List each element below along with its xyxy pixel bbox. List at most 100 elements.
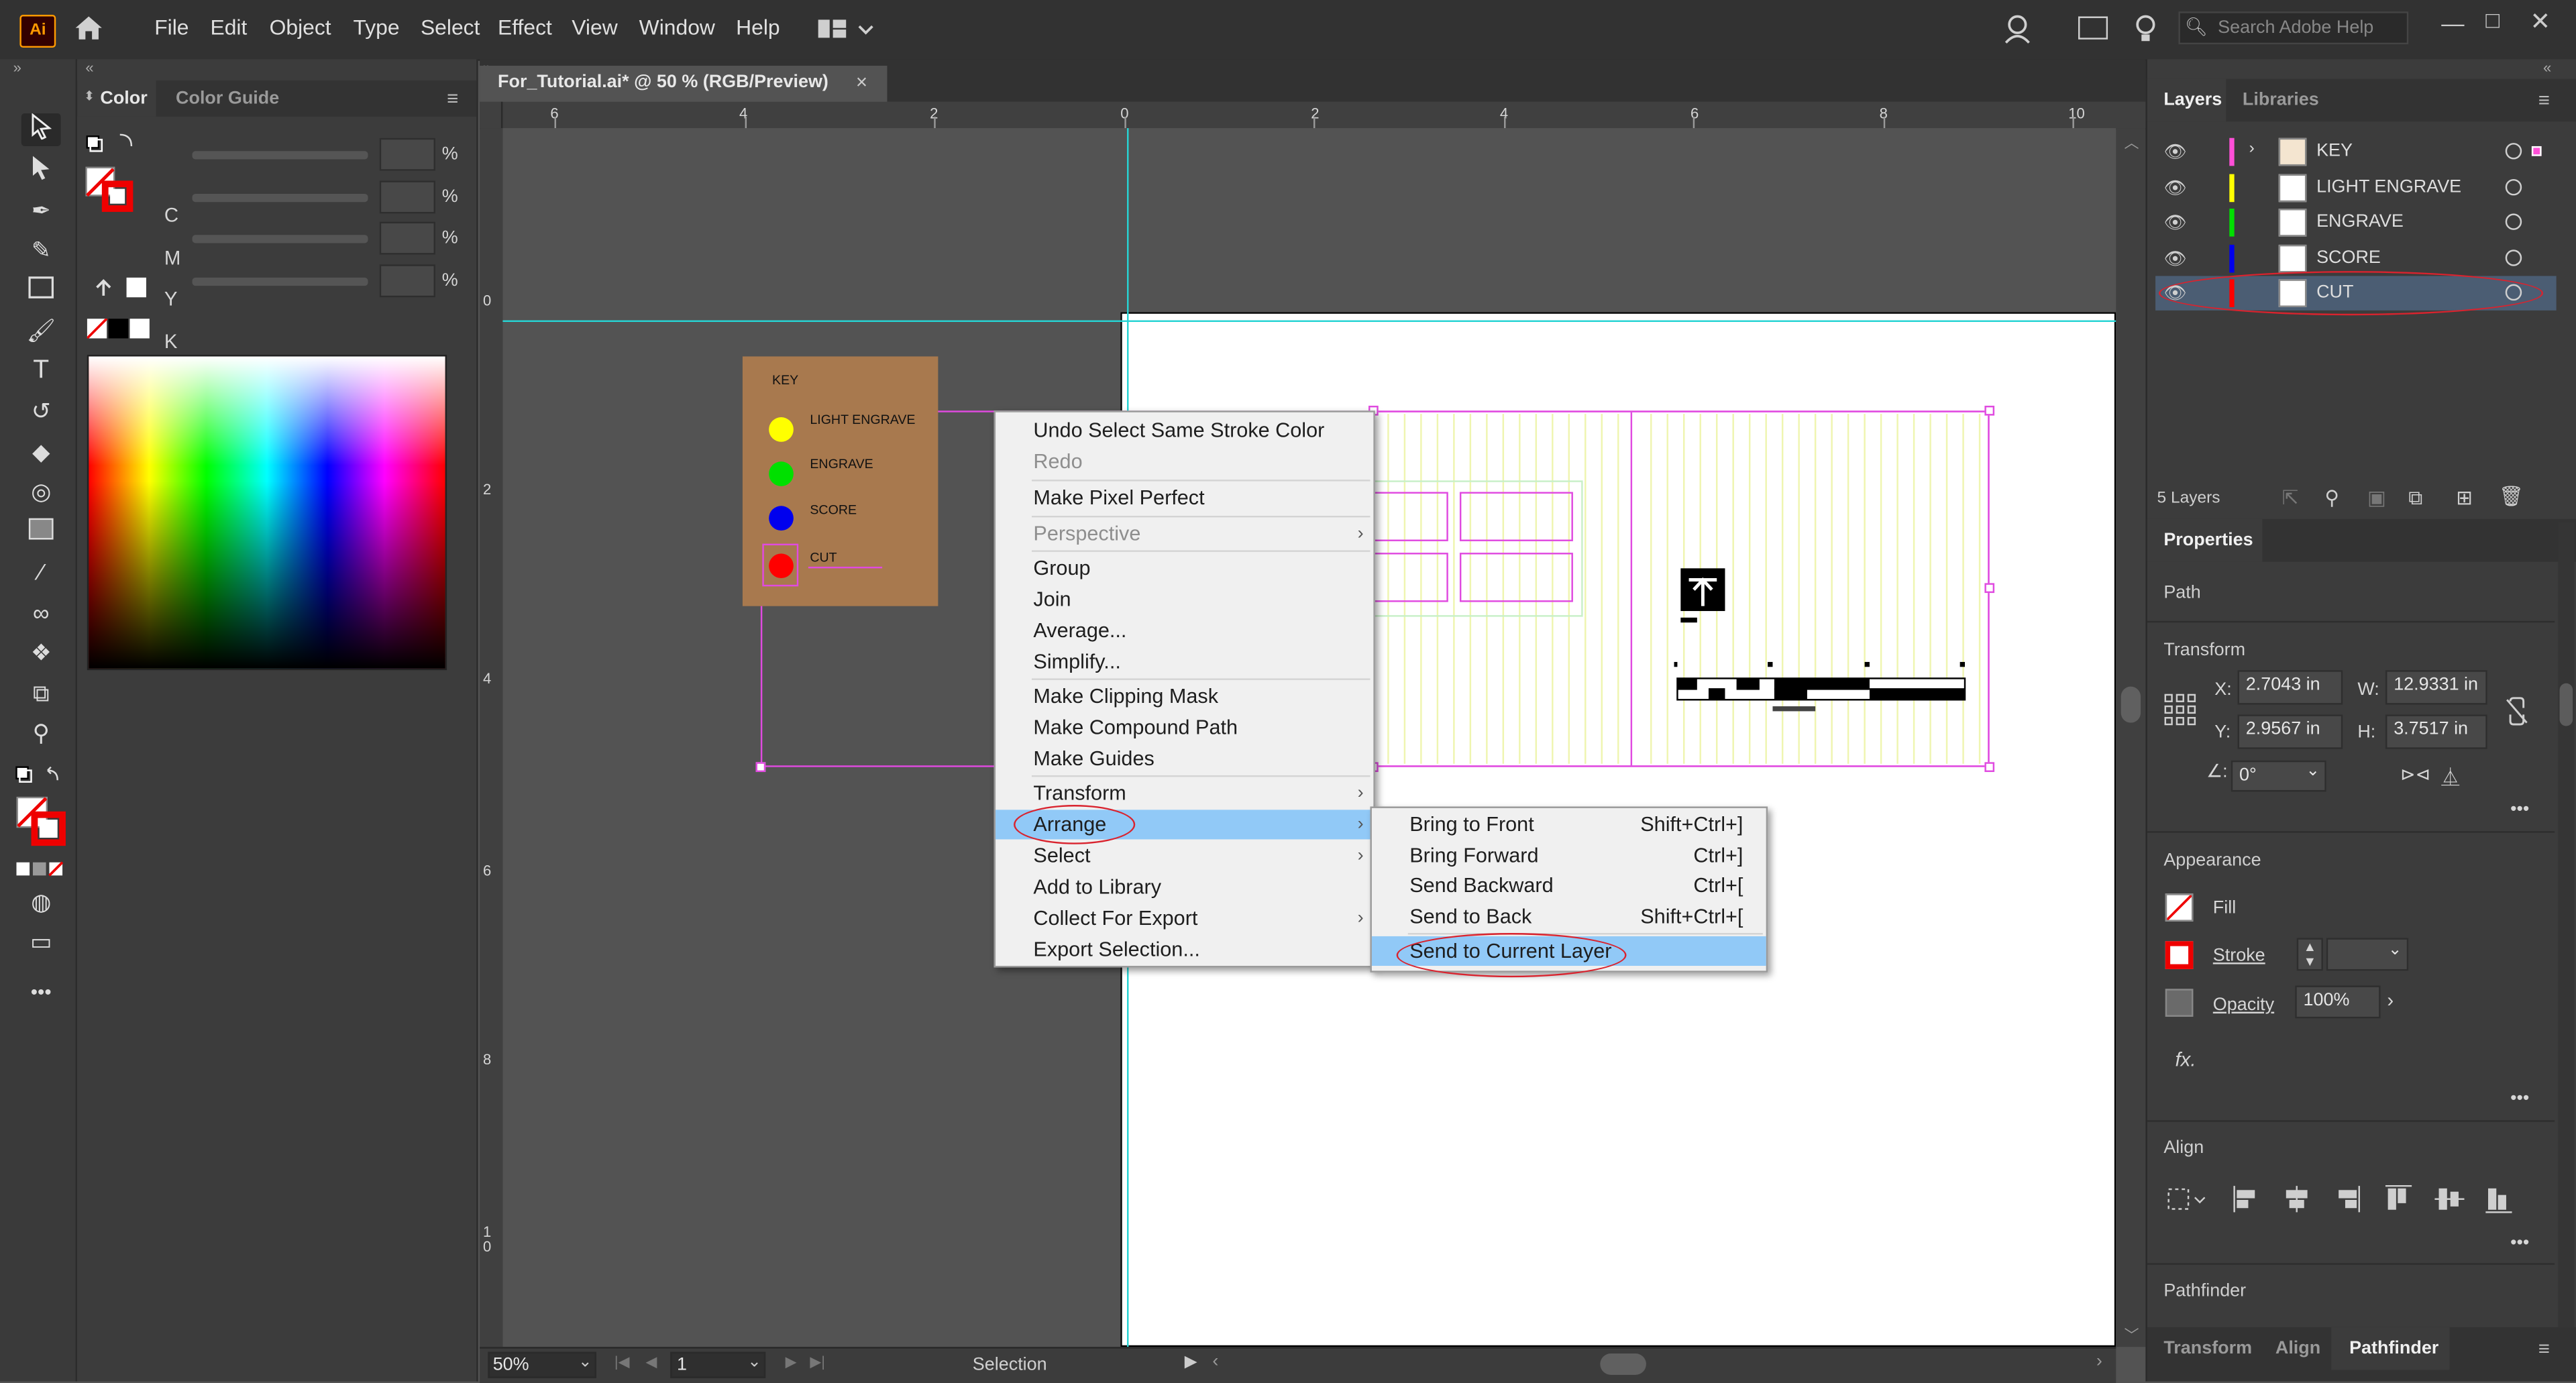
selection-handle[interactable]: [1984, 405, 1995, 416]
tab-properties[interactable]: Properties: [2147, 518, 2263, 562]
menu-view[interactable]: View: [572, 15, 617, 40]
previous-artboard-icon[interactable]: ◀: [645, 1353, 657, 1372]
menu-item-make-clipping-mask[interactable]: Make Clipping Mask: [996, 681, 1373, 711]
none-black-white-swatches[interactable]: [86, 317, 153, 339]
y-field[interactable]: 2.9567 in: [2237, 714, 2343, 749]
opacity-label[interactable]: Opacity: [2213, 995, 2274, 1015]
chevron-right-icon[interactable]: ›: [2249, 140, 2255, 158]
more-options-icon[interactable]: •••: [2510, 1233, 2529, 1253]
tab-transform[interactable]: Transform: [2163, 1339, 2252, 1358]
selection-handle[interactable]: [1984, 583, 1995, 594]
color-mode-icons[interactable]: [16, 856, 65, 877]
menu-window[interactable]: Window: [639, 15, 715, 40]
vertical-scrollbar[interactable]: ︿ ﹀: [2116, 128, 2146, 1347]
status-menu-icon[interactable]: ▶: [1185, 1353, 1197, 1372]
new-layer-icon[interactable]: ⊞: [2456, 486, 2473, 509]
stroke-label[interactable]: Stroke: [2213, 946, 2265, 966]
m-slider[interactable]: [192, 193, 368, 203]
color-spectrum[interactable]: [87, 354, 447, 671]
eye-icon[interactable]: 👁︎: [2163, 142, 2186, 162]
menu-item-group[interactable]: Group: [996, 553, 1373, 583]
curvature-tool-icon[interactable]: ✎: [21, 233, 61, 266]
chevron-right-icon[interactable]: ›: [2387, 989, 2394, 1011]
tab-pathfinder[interactable]: Pathfinder: [2331, 1327, 2450, 1370]
selection-handle[interactable]: [755, 762, 766, 773]
scrollbar-thumb[interactable]: [2559, 683, 2573, 726]
screen-mode-icon[interactable]: ▭: [21, 925, 61, 958]
menu-item-join[interactable]: Join: [996, 585, 1373, 614]
scroll-right-icon[interactable]: ›: [2096, 1352, 2102, 1372]
direct-selection-tool-icon[interactable]: [21, 154, 61, 187]
menu-item-send-backward[interactable]: Send Backward Ctrl+[: [1372, 871, 1766, 900]
artboard-select[interactable]: 1 ⌄: [670, 1351, 766, 1378]
tab-color-guide[interactable]: Color Guide: [176, 89, 279, 108]
menu-effect[interactable]: Effect: [498, 15, 552, 40]
fx-icon[interactable]: fx.: [2175, 1048, 2196, 1070]
reference-point-icon[interactable]: [2163, 693, 2196, 726]
constrain-proportions-icon[interactable]: [2504, 696, 2530, 726]
layer-target-icon[interactable]: [2505, 143, 2522, 160]
panel-icon[interactable]: [2078, 16, 2108, 40]
layer-row-engrave[interactable]: 👁︎ ENGRAVE: [2155, 205, 2557, 239]
angle-field[interactable]: 0° ⌄: [2231, 760, 2326, 792]
menu-item-add-to-library[interactable]: Add to Library: [996, 872, 1373, 901]
scrollbar-thumb[interactable]: [2121, 686, 2141, 723]
first-artboard-icon[interactable]: |◀: [614, 1353, 630, 1372]
minimize-button[interactable]: —: [2441, 10, 2464, 36]
layer-target-icon[interactable]: [2505, 213, 2522, 230]
menu-item-collect-for-export[interactable]: Collect For Export ›: [996, 903, 1373, 933]
artboard-tool-icon[interactable]: ⧉: [21, 677, 61, 710]
paintbrush-tool-icon[interactable]: 🖌︎: [21, 314, 61, 347]
trash-icon[interactable]: 🗑︎: [2499, 484, 2524, 507]
scroll-up-icon[interactable]: ︿: [2125, 131, 2139, 153]
symbol-sprayer-tool-icon[interactable]: ❖: [21, 636, 61, 669]
close-window-button[interactable]: ✕: [2530, 7, 2551, 36]
menu-item-make-compound-path[interactable]: Make Compound Path: [996, 713, 1373, 742]
stroke-weight-stepper[interactable]: ▲ ▼: [2296, 938, 2323, 971]
flip-horizontal-icon[interactable]: ⊳⊲: [2400, 764, 2430, 785]
y-field[interactable]: [379, 221, 435, 255]
c-field[interactable]: [379, 137, 435, 171]
layer-row-key[interactable]: 👁︎ › KEY: [2155, 135, 2557, 169]
k-field[interactable]: [379, 264, 435, 298]
document-tab[interactable]: For_Tutorial.ai* @ 50 % (RGB/Preview) ×: [480, 65, 888, 102]
locate-object-icon[interactable]: ⚲: [2324, 486, 2339, 509]
menu-item-select[interactable]: Select ›: [996, 841, 1373, 871]
search-input[interactable]: 🔍︎ Search Adobe Help: [2178, 11, 2409, 45]
tab-layers[interactable]: Layers: [2147, 78, 2226, 122]
layer-row-light-engrave[interactable]: 👁︎ LIGHT ENGRAVE: [2155, 171, 2557, 205]
properties-scrollbar[interactable]: [2558, 522, 2575, 1327]
menu-item-make-guides[interactable]: Make Guides: [996, 744, 1373, 773]
shape-builder-tool-icon[interactable]: ◎: [21, 475, 61, 508]
draw-mode-icon[interactable]: ◍: [21, 885, 61, 918]
pen-tool-icon[interactable]: ✒: [21, 194, 61, 227]
eraser-tool-icon[interactable]: ◆: [21, 435, 61, 468]
eye-icon[interactable]: 👁︎: [2163, 248, 2186, 269]
menu-item-make-pixel-perfect[interactable]: Make Pixel Perfect: [996, 483, 1373, 512]
collapse-icon[interactable]: »: [13, 59, 21, 75]
tab-libraries[interactable]: Libraries: [2243, 91, 2319, 110]
menu-object[interactable]: Object: [270, 15, 331, 40]
gradient-tool-icon[interactable]: [21, 516, 61, 549]
zoom-tool-icon[interactable]: ⚲: [21, 716, 61, 749]
home-icon[interactable]: [72, 11, 105, 44]
menu-item-simplify[interactable]: Simplify...: [996, 647, 1373, 677]
zoom-select[interactable]: 50% ⌄: [488, 1351, 596, 1378]
stroke-swatch[interactable]: [2165, 941, 2194, 969]
selection-tool-icon[interactable]: [21, 113, 61, 146]
close-tab-icon[interactable]: ×: [856, 70, 867, 93]
ruler-origin[interactable]: [480, 101, 503, 129]
swap-fill-stroke-icon[interactable]: [15, 765, 61, 788]
layer-target-icon[interactable]: [2505, 250, 2522, 266]
x-field[interactable]: 2.7043 in: [2237, 670, 2343, 705]
panel-menu-icon[interactable]: ≡: [447, 87, 458, 110]
more-tools-icon[interactable]: •••: [21, 976, 61, 1009]
menu-help[interactable]: Help: [736, 15, 780, 40]
panel-menu-icon[interactable]: ≡: [2538, 1337, 2550, 1360]
y-slider[interactable]: [192, 235, 368, 243]
clipping-mask-icon[interactable]: ▣: [2367, 486, 2386, 509]
color-fill-stroke-swatch[interactable]: [85, 131, 141, 213]
menu-type[interactable]: Type: [354, 15, 400, 40]
w-field[interactable]: 12.9331 in: [2385, 670, 2487, 705]
menu-item-average[interactable]: Average...: [996, 616, 1373, 645]
